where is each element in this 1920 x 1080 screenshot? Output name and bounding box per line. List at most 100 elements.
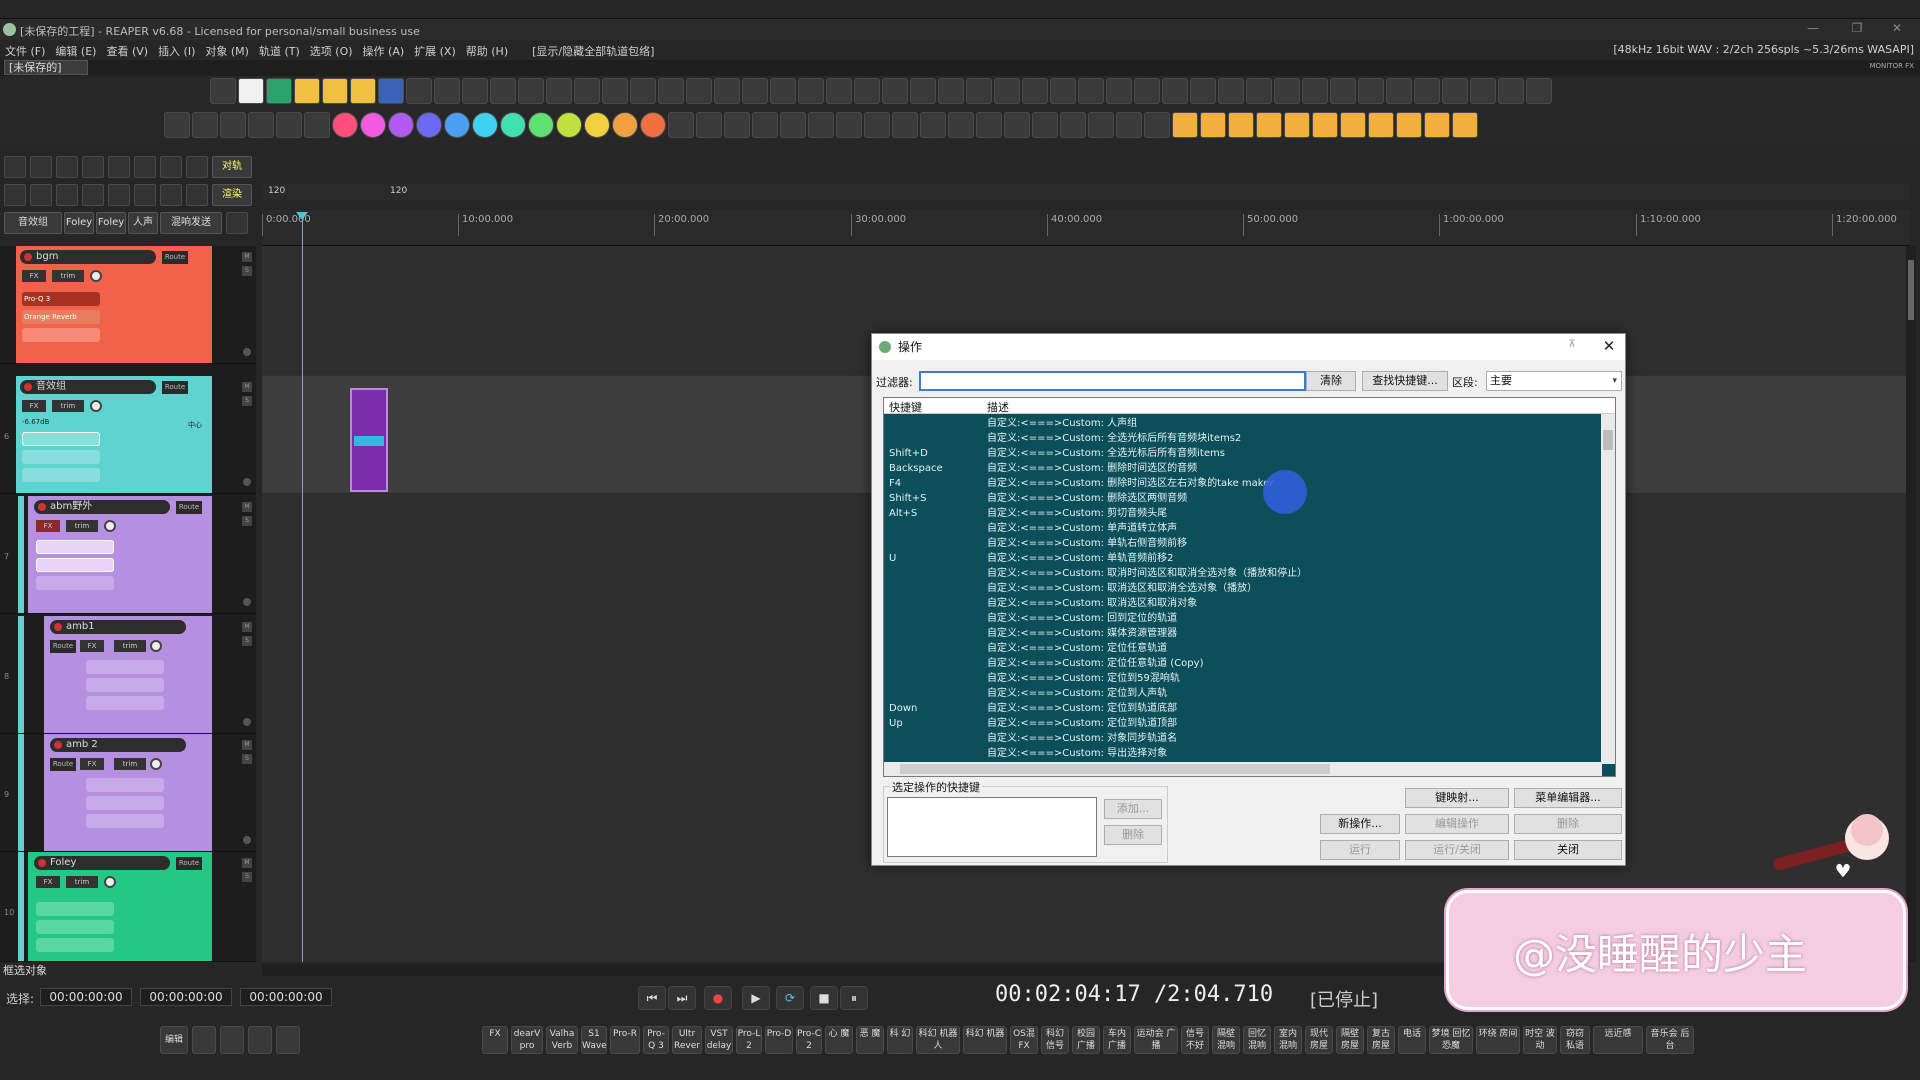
toolbar-button-icon[interactable] <box>276 112 302 138</box>
fx-preset-button[interactable]: 远近感 <box>1593 1026 1643 1054</box>
toolbar-button-icon[interactable] <box>1106 78 1132 104</box>
mute-button[interactable]: M <box>242 502 252 512</box>
list-item[interactable]: 自定义:<===>Custom: 定位任意轨道 (Copy) <box>884 656 1602 671</box>
list-item[interactable]: 自定义:<===>Custom: 单声道转立体声 <box>884 521 1602 536</box>
fx-preset-button[interactable]: 恶 魔 <box>856 1026 884 1054</box>
list-item[interactable]: F4 自定义:<===>Custom: 删除时间选区左右对象的take maker <box>884 476 1602 491</box>
pin-icon[interactable] <box>160 184 182 206</box>
list-item[interactable]: Up 自定义:<===>Custom: 定位到轨道顶部 <box>884 716 1602 731</box>
toolbar-button-icon[interactable] <box>1368 112 1394 138</box>
track-bgm[interactable]: bgm Route FX trim Pro-Q 3 Orange Reverb … <box>0 246 256 364</box>
toolbar-button-icon[interactable] <box>1498 78 1524 104</box>
fx-preset-button[interactable]: S1 Wave <box>581 1026 607 1054</box>
toolbar-button-icon[interactable] <box>1340 112 1366 138</box>
toolbar-button-icon[interactable] <box>210 78 236 104</box>
toolbar-button-icon[interactable] <box>322 78 348 104</box>
track-amb1[interactable]: 8 amb1 Route FX trim M S <box>0 616 256 734</box>
align-button[interactable]: 对轨 <box>212 156 252 178</box>
toolbar-button-icon[interactable] <box>826 78 852 104</box>
toolbar-button-icon[interactable] <box>1330 78 1356 104</box>
dots-icon[interactable] <box>186 184 208 206</box>
pin-icon[interactable]: ⊼ <box>1565 339 1579 353</box>
toolbar-button-icon[interactable] <box>892 112 918 138</box>
toolbar-button-icon[interactable] <box>602 78 628 104</box>
toolbar-button-icon[interactable] <box>1088 112 1114 138</box>
scroll-thumb[interactable] <box>900 764 1330 774</box>
fx-preset-button[interactable]: 心 魔 <box>825 1026 853 1054</box>
fx-preset-button[interactable]: 科幻 信号 <box>1041 1026 1069 1054</box>
minimize-button[interactable]: — <box>1798 21 1828 39</box>
toolbar-button-icon[interactable] <box>714 78 740 104</box>
tempo-marker[interactable]: 120 <box>390 186 407 196</box>
go-to-start-button[interactable]: ⏮ <box>638 986 666 1010</box>
fx-preset-button[interactable]: 复古 房屋 <box>1367 1026 1395 1054</box>
shortcut-list[interactable] <box>887 797 1097 857</box>
fx-slot-empty[interactable] <box>86 678 164 692</box>
volume-knob[interactable] <box>150 758 162 770</box>
toolbar-button-icon[interactable] <box>406 78 432 104</box>
add-shortcut-button[interactable]: 添加... <box>1104 799 1162 819</box>
record-arm-button[interactable] <box>243 718 251 726</box>
route-button[interactable]: Route <box>176 501 202 514</box>
toolbar-button-icon[interactable] <box>1116 112 1142 138</box>
toolbar-button-icon[interactable] <box>1022 78 1048 104</box>
fx-slot-empty[interactable] <box>22 450 100 464</box>
solo-button[interactable]: S <box>242 266 252 276</box>
repeat-button[interactable]: ⟳ <box>776 986 804 1010</box>
scroll-thumb[interactable] <box>1908 260 1914 320</box>
edit-cursor-handle[interactable] <box>296 212 308 220</box>
restore-button[interactable]: ❐ <box>1842 21 1872 39</box>
toolbar-button-icon[interactable] <box>1078 78 1104 104</box>
toolbar-button-icon[interactable] <box>416 112 442 138</box>
toolbar-button-icon[interactable] <box>1228 112 1254 138</box>
toolbar-button-icon[interactable] <box>294 78 320 104</box>
volume-knob[interactable] <box>90 270 102 282</box>
toolbar-button-icon[interactable] <box>948 112 974 138</box>
fx-preset-button[interactable]: 校园 广播 <box>1072 1026 1100 1054</box>
foley-button-1[interactable]: Foley <box>64 212 94 234</box>
toolbar-button-icon[interactable] <box>1144 112 1170 138</box>
toolbar-button-icon[interactable] <box>658 78 684 104</box>
fx-slot-empty[interactable] <box>22 328 100 342</box>
toolbar-button-icon[interactable] <box>490 78 516 104</box>
toolbar-button-icon[interactable] <box>1134 78 1160 104</box>
close-window-button[interactable]: ✕ <box>1882 21 1912 39</box>
toolbar-button-icon[interactable] <box>332 112 358 138</box>
fx-button[interactable]: FX <box>80 640 104 652</box>
list-vertical-scrollbar[interactable] <box>1601 414 1615 764</box>
open-project-icon[interactable] <box>30 156 52 178</box>
fx-slot[interactable] <box>36 540 114 554</box>
track-amb2[interactable]: 9 amb 2 Route FX trim M S <box>0 734 256 852</box>
fx-button[interactable]: FX <box>36 520 60 532</box>
toolbar-button-icon[interactable] <box>574 78 600 104</box>
toolbar-button-icon[interactable] <box>752 112 778 138</box>
fx-preset-button[interactable]: VST delay <box>705 1026 733 1054</box>
toolbar-button-icon[interactable] <box>248 112 274 138</box>
toolbar-button-icon[interactable] <box>238 78 264 104</box>
render-button[interactable]: 渲染 <box>212 184 252 206</box>
list-item[interactable]: 自定义:<===>Custom: 取消选区和取消对象 <box>884 596 1602 611</box>
fx-slot-empty[interactable] <box>86 778 164 792</box>
filter-input[interactable] <box>919 371 1306 391</box>
toolbar-button-icon[interactable] <box>1060 112 1086 138</box>
toolbar-button-icon[interactable] <box>770 78 796 104</box>
fx-preset-button[interactable]: 科 幻 <box>887 1026 913 1054</box>
fx-button[interactable]: FX <box>22 270 46 282</box>
toolbar-button-icon[interactable] <box>528 112 554 138</box>
fx-preset-button[interactable]: Pro-C 2 <box>796 1026 822 1054</box>
clear-button[interactable]: 清除 <box>1306 371 1356 391</box>
track-name[interactable]: 音效组 <box>20 380 156 394</box>
key-map-button[interactable]: 键映射... <box>1405 788 1509 808</box>
mute-button[interactable]: M <box>242 740 252 750</box>
fx-preset-button[interactable]: 音乐会 后台 <box>1646 1026 1694 1054</box>
fx-preset-button[interactable]: OS混 FX <box>1010 1026 1038 1054</box>
fx-preset-button[interactable]: 现代 房屋 <box>1305 1026 1333 1054</box>
toolbar-button-icon[interactable] <box>164 112 190 138</box>
solo-button[interactable]: S <box>242 636 252 646</box>
fx-preset-button[interactable]: Pro-L 2 <box>736 1026 762 1054</box>
toolbar-button-icon[interactable] <box>1256 112 1282 138</box>
toolbar-button-icon[interactable] <box>1032 112 1058 138</box>
list-item[interactable]: Shift+S 自定义:<===>Custom: 删除选区两侧音频 <box>884 491 1602 506</box>
selection-end-field[interactable]: 00:00:00:00 <box>140 988 232 1006</box>
fx-preset-button[interactable]: 室内 混响 <box>1274 1026 1302 1054</box>
